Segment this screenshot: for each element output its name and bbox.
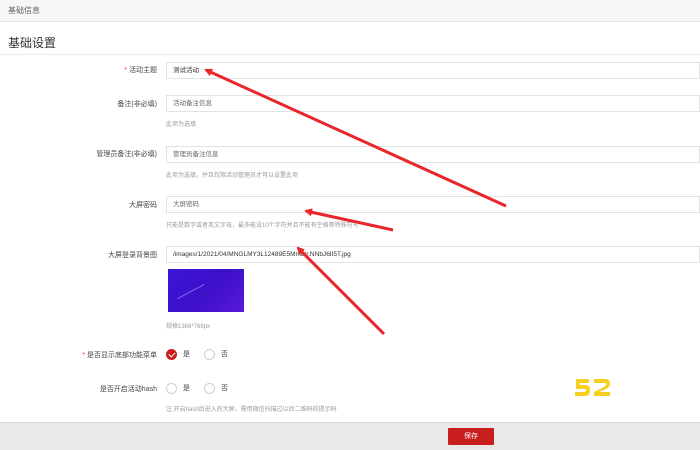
remark-hint: 此项为选填 <box>166 122 197 128</box>
admin-remark-input[interactable]: 管理员备注信息 <box>166 146 700 163</box>
screen-password-hint: 只能是数字或者英文字母，最多能设10个字符并且不能有空格等特殊符号 <box>166 223 359 229</box>
show-menu-no-radio[interactable] <box>204 348 215 360</box>
enable-hash-yes-radio[interactable] <box>166 382 177 394</box>
section-title: 基础设置 <box>8 36 57 50</box>
top-breadcrumb-bar: 基础信息 <box>0 0 700 22</box>
enable-hash-yes-label: 是 <box>183 385 190 392</box>
footer-bar: 保存 <box>0 422 700 450</box>
screen-password-label: 大屏密码 <box>129 202 157 209</box>
watermark-52-logo <box>575 379 610 396</box>
screen-bg-size-hint: 规格1366*768px <box>166 324 211 330</box>
show-menu-yes-label: 是 <box>183 351 190 358</box>
enable-hash-no-radio[interactable] <box>204 382 215 394</box>
activity-name-label: * 活动主题 <box>124 67 157 74</box>
required-mark: * <box>82 352 85 359</box>
enable-hash-label: 是否开启活动hash <box>99 386 157 393</box>
save-button[interactable]: 保存 <box>448 428 494 445</box>
required-mark: * <box>124 67 127 74</box>
admin-remark-hint: 此项为选填，并且仅限活动管理员才可以设置此项 <box>166 173 299 179</box>
show-menu-radio-group: 是 否 <box>166 348 242 360</box>
remark-label: 备注(非必填) <box>117 101 157 108</box>
section-divider <box>0 54 700 55</box>
show-menu-no-label: 否 <box>221 351 228 358</box>
activity-name-input[interactable]: 测试活动 <box>166 62 700 79</box>
enable-hash-no-label: 否 <box>221 385 228 392</box>
settings-panel: 基础设置 * 活动主题 测试活动 备注(非必填) 活动备注信息 此项为选填 管理员… <box>0 22 700 422</box>
show-menu-yes-radio[interactable] <box>166 348 177 360</box>
screen-password-input[interactable]: 大屏密码 <box>166 196 700 213</box>
remark-input[interactable]: 活动备注信息 <box>166 95 700 112</box>
show-menu-label: * 是否显示底部功能菜单 <box>82 352 157 359</box>
enable-hash-radio-group: 是 否 <box>166 382 242 394</box>
screen-bg-thumbnail[interactable] <box>168 269 244 312</box>
breadcrumb: 基础信息 <box>8 6 40 15</box>
screen-bg-path-input[interactable]: /images/1/2021/04/MNGLMY3L12489E5Mmbtr.N… <box>166 246 700 263</box>
screen-bg-label: 大屏登录背景图 <box>108 252 157 259</box>
enable-hash-hint: 注:开启hash后进入的大屏，需用微信扫描过以后二维码的提示码 <box>166 407 337 413</box>
admin-remark-label: 管理员备注(非必填) <box>96 151 157 158</box>
